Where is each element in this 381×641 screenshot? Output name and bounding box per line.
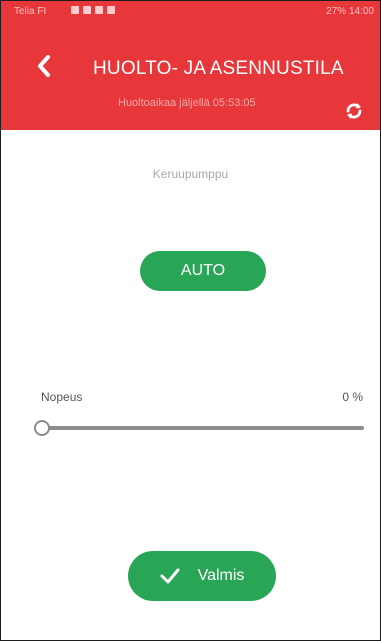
mode-auto-button[interactable]: AUTO: [140, 251, 266, 291]
app-screen: Telia FI 27% 14:00 HUOLTO- JA ASENNUSTIL…: [0, 0, 381, 641]
device-label: Keruupumppu: [152, 167, 229, 181]
mode-auto-label: AUTO: [180, 262, 226, 279]
back-button[interactable]: [31, 51, 57, 81]
notification-icon: [107, 6, 115, 14]
check-icon: [160, 566, 180, 586]
header-bar: Telia FI 27% 14:00 HUOLTO- JA ASENNUSTIL…: [1, 1, 380, 130]
notification-icon: [83, 6, 91, 14]
maintenance-time-remaining: Huoltoaikaa jäljellä 05:53:05: [118, 97, 256, 109]
status-bar: Telia FI 27% 14:00: [1, 1, 380, 25]
refresh-button[interactable]: [340, 97, 368, 125]
ready-button[interactable]: Valmis: [128, 551, 276, 601]
speed-value: 0 %: [342, 390, 363, 404]
notification-icon: [71, 6, 79, 14]
speed-slider[interactable]: [34, 419, 364, 437]
slider-track: [40, 426, 364, 430]
page-title: HUOLTO- JA ASENNUSTILA: [93, 58, 344, 79]
notification-icons: [71, 6, 115, 14]
speed-label: Nopeus: [41, 390, 83, 404]
refresh-icon: [346, 103, 362, 119]
notification-icon: [95, 6, 103, 14]
chevron-left-icon: [38, 55, 50, 77]
carrier-label: Telia FI: [14, 6, 47, 17]
ready-button-label: Valmis: [197, 567, 245, 584]
slider-thumb[interactable]: [34, 420, 50, 436]
battery-clock: 27% 14:00: [326, 6, 374, 17]
